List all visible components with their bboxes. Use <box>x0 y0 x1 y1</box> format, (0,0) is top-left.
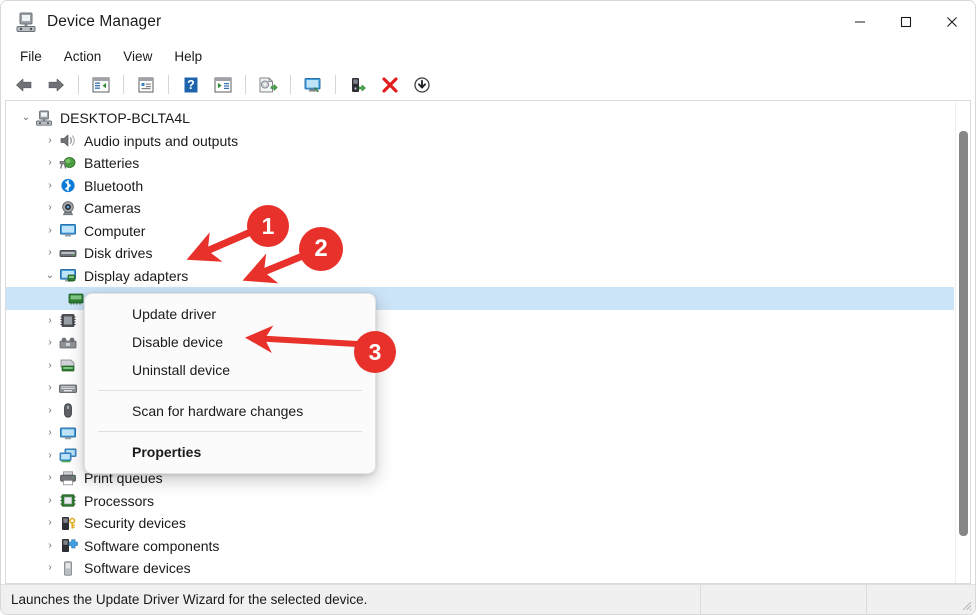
annotation-badge-number: 2 <box>314 235 328 262</box>
annotation-badge-number: 1 <box>261 212 275 239</box>
annotation-arrow-3 <box>245 325 358 353</box>
device-manager-window: Device Manager File Action View Help ? ⌄… <box>0 0 976 615</box>
annotation-badge-number: 3 <box>368 338 382 365</box>
annotation-badge-2: 2 <box>299 227 343 271</box>
annotation-badge-3: 3 <box>354 331 396 373</box>
annotation-badge-1: 1 <box>247 205 289 247</box>
